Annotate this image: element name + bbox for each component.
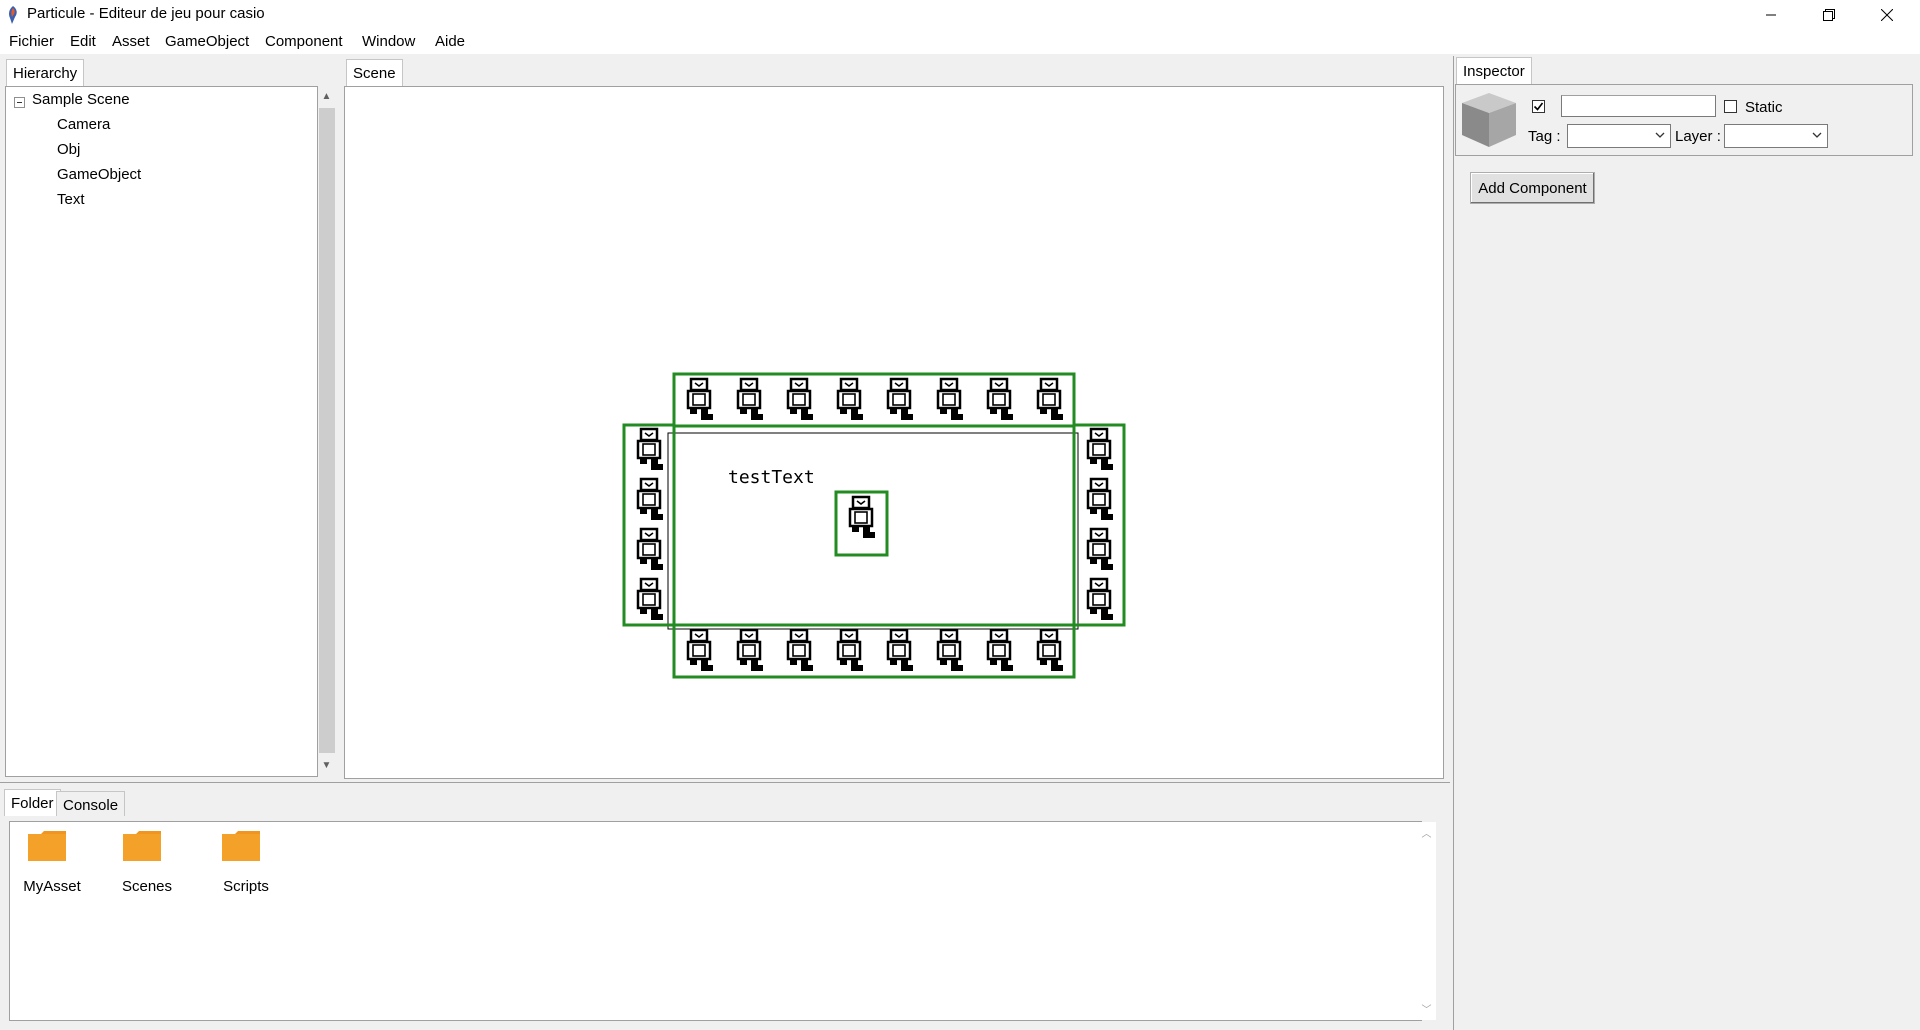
menu-window[interactable]: Window — [362, 33, 415, 50]
sprite — [936, 377, 965, 422]
sprite — [1036, 377, 1065, 422]
folder-label: Scenes — [121, 878, 173, 895]
app-logo-icon — [9, 6, 17, 24]
bottom-divider — [0, 782, 1450, 783]
scroll-thumb[interactable] — [319, 108, 335, 753]
sprite — [636, 427, 665, 472]
sprite — [836, 377, 865, 422]
scene-sprites — [636, 377, 1115, 673]
static-label: Static — [1745, 99, 1783, 116]
folder-myasset[interactable]: MyAsset — [12, 830, 92, 910]
tab-hierarchy[interactable]: Hierarchy — [6, 59, 85, 86]
sprite — [886, 377, 915, 422]
static-checkbox[interactable] — [1724, 100, 1737, 113]
scene-canvas[interactable]: testText — [348, 87, 1442, 777]
close-icon — [1881, 9, 1893, 21]
sprite — [936, 628, 965, 673]
title-bar: Particule - Editeur de jeu pour casio — [0, 0, 1920, 30]
tree-item-obj[interactable]: Obj — [57, 141, 80, 158]
chevron-down-icon — [1812, 132, 1822, 138]
sprite — [1086, 427, 1115, 472]
window-title: Particule - Editeur de jeu pour casio — [27, 5, 265, 22]
scene-viewport-frame — [667, 432, 1079, 630]
active-checkbox[interactable] — [1532, 100, 1545, 113]
tab-folder[interactable]: Folder — [4, 789, 61, 816]
folder-icon — [28, 831, 66, 861]
layer-select[interactable] — [1724, 124, 1828, 148]
maximize-button[interactable] — [1800, 0, 1858, 30]
menu-component[interactable]: Component — [265, 33, 343, 50]
sprite — [1036, 628, 1065, 673]
scroll-down-icon[interactable]: ▼ — [318, 757, 335, 774]
tab-console[interactable]: Console — [56, 791, 126, 816]
folder-label: Scripts — [223, 878, 269, 895]
scene-text-object[interactable]: testText — [728, 467, 815, 488]
menu-aide[interactable]: Aide — [435, 33, 465, 50]
sprite — [986, 628, 1015, 673]
scroll-up-icon[interactable]: ︿ — [1418, 824, 1435, 841]
sprite — [686, 628, 715, 673]
tree-item-gameobject[interactable]: GameObject — [57, 166, 141, 183]
minimize-button[interactable] — [1742, 0, 1800, 30]
menu-bar: Fichier Edit Asset GameObject Component … — [0, 30, 1920, 54]
tree-item-text[interactable]: Text — [57, 191, 85, 208]
cube-icon — [1462, 93, 1516, 147]
scroll-down-icon[interactable]: ﹀ — [1418, 1000, 1435, 1017]
folder-icon — [222, 831, 260, 861]
sprite — [1086, 577, 1115, 622]
sprite — [686, 377, 715, 422]
folder-scenes[interactable]: Scenes — [107, 830, 187, 910]
layer-label: Layer : — [1675, 128, 1721, 145]
menu-asset[interactable]: Asset — [112, 33, 150, 50]
menu-fichier[interactable]: Fichier — [9, 33, 54, 50]
sprite — [1086, 477, 1115, 522]
sprite — [736, 377, 765, 422]
sprite — [886, 628, 915, 673]
add-component-button[interactable]: Add Component — [1470, 172, 1595, 204]
tab-inspector[interactable]: Inspector — [1456, 57, 1532, 84]
folder-icon — [123, 831, 161, 861]
tab-scene[interactable]: Scene — [346, 59, 403, 86]
close-button[interactable] — [1858, 0, 1916, 30]
sprite — [636, 477, 665, 522]
scroll-up-icon[interactable]: ▲ — [318, 88, 335, 105]
menu-gameobject[interactable]: GameObject — [165, 33, 249, 50]
sprite — [636, 527, 665, 572]
object-name-input[interactable] — [1561, 95, 1716, 117]
tag-select[interactable] — [1567, 124, 1671, 148]
folder-scripts[interactable]: Scripts — [206, 830, 286, 910]
inspector-divider — [1453, 56, 1454, 1030]
sprite — [636, 577, 665, 622]
collapse-icon[interactable] — [14, 97, 25, 108]
hierarchy-panel — [5, 86, 318, 777]
minimize-icon — [1766, 14, 1776, 16]
folder-label: MyAsset — [23, 878, 81, 895]
tree-item-root[interactable]: Sample Scene — [32, 91, 130, 108]
sprite — [786, 628, 815, 673]
folder-scrollbar[interactable]: ︿ ﹀ — [1418, 822, 1436, 1020]
chevron-down-icon — [1655, 132, 1665, 138]
menu-edit[interactable]: Edit — [70, 33, 96, 50]
sprite — [986, 377, 1015, 422]
tree-item-camera[interactable]: Camera — [57, 116, 110, 133]
hierarchy-scrollbar[interactable]: ▲ ▼ — [318, 86, 336, 777]
sprite — [1086, 527, 1115, 572]
sprite — [836, 628, 865, 673]
check-icon — [1533, 102, 1544, 111]
sprite — [736, 628, 765, 673]
sprite — [848, 495, 877, 540]
restore-icon — [1823, 9, 1835, 21]
tag-label: Tag : — [1528, 128, 1561, 145]
sprite — [786, 377, 815, 422]
